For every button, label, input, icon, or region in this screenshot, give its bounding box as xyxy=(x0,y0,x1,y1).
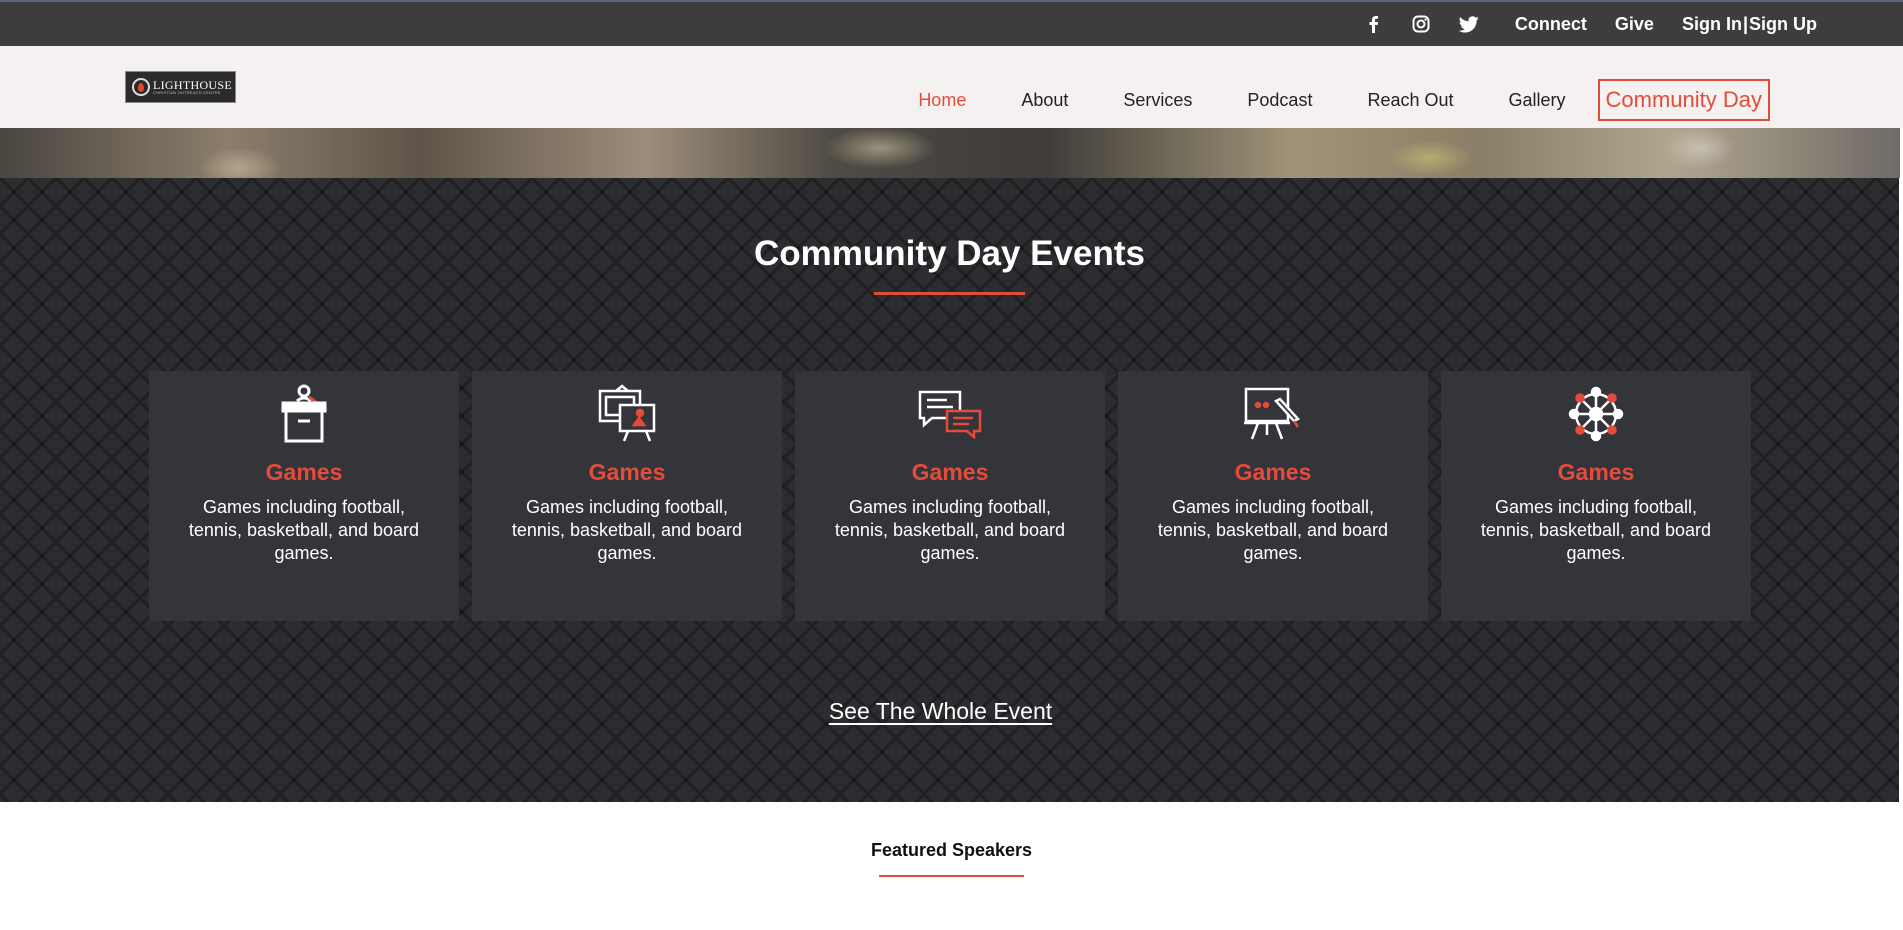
presentation-board-icon xyxy=(472,383,782,445)
community-day-button[interactable]: Community Day xyxy=(1597,79,1770,121)
community-day-events-section: Community Day Events Games Games includi… xyxy=(0,178,1899,802)
chat-bubbles-icon xyxy=(795,383,1105,445)
easel-icon xyxy=(1118,383,1428,445)
event-title: Games xyxy=(1234,459,1312,485)
event-card: Games Games including football, tennis, … xyxy=(1118,371,1428,621)
section-title: Community Day Events xyxy=(754,234,1145,273)
event-description: Games including football, tennis, basket… xyxy=(511,497,743,563)
nav-item-reach-out[interactable]: Reach Out xyxy=(1367,90,1453,111)
event-cards: Games Games including football, tennis, … xyxy=(149,371,1751,621)
event-description: Games including football, tennis, basket… xyxy=(1480,497,1712,563)
social-links xyxy=(1363,14,1479,34)
title-underline xyxy=(874,292,1025,295)
logo-subtitle: CHRISTIAN OUTREACH CENTRE xyxy=(153,90,221,95)
auth-links: Sign In | Sign Up xyxy=(1682,14,1817,35)
event-title: Games xyxy=(265,459,343,485)
twitter-icon[interactable] xyxy=(1458,14,1479,34)
hero-image xyxy=(0,128,1900,178)
see-all-wrapper: See The Whole Event xyxy=(0,698,1899,725)
nav-item-home[interactable]: Home xyxy=(918,90,966,111)
nav-item-gallery[interactable]: Gallery xyxy=(1509,90,1566,111)
auth-separator: | xyxy=(1742,13,1748,34)
main-nav: Home About Services Podcast Reach Out Ga… xyxy=(918,79,1770,121)
top-bar: Connect Give Sign In | Sign Up xyxy=(0,0,1903,46)
see-whole-event-link[interactable]: See The Whole Event xyxy=(829,698,1052,724)
featured-speakers-title: Featured Speakers xyxy=(870,840,1033,860)
podium-icon xyxy=(149,383,459,445)
event-card: Games Games including football, tennis, … xyxy=(1441,371,1751,621)
sign-up-link[interactable]: Sign Up xyxy=(1749,14,1817,35)
event-title: Games xyxy=(588,459,666,485)
sign-in-link[interactable]: Sign In xyxy=(1682,14,1742,35)
instagram-icon[interactable] xyxy=(1411,14,1431,34)
featured-speakers-section: Featured Speakers xyxy=(0,840,1903,877)
nav-item-podcast[interactable]: Podcast xyxy=(1247,90,1312,111)
connect-link[interactable]: Connect xyxy=(1515,14,1587,35)
event-title: Games xyxy=(1557,459,1635,485)
main-header: LIGHTHOUSE CHRISTIAN OUTREACH CENTRE Hom… xyxy=(0,46,1903,128)
event-description: Games including football, tennis, basket… xyxy=(188,497,420,563)
event-description: Games including football, tennis, basket… xyxy=(1157,497,1389,563)
event-description: Games including football, tennis, basket… xyxy=(834,497,1066,563)
network-icon xyxy=(1441,383,1751,445)
give-link[interactable]: Give xyxy=(1615,14,1654,35)
event-title: Games xyxy=(911,459,989,485)
event-card: Games Games including football, tennis, … xyxy=(795,371,1105,621)
event-card: Games Games including football, tennis, … xyxy=(472,371,782,621)
nav-item-services[interactable]: Services xyxy=(1123,90,1192,111)
lighthouse-logo-icon xyxy=(132,78,150,96)
facebook-icon[interactable] xyxy=(1363,14,1383,34)
site-logo[interactable]: LIGHTHOUSE CHRISTIAN OUTREACH CENTRE xyxy=(125,71,236,103)
nav-item-about[interactable]: About xyxy=(1021,90,1068,111)
featured-underline xyxy=(879,875,1024,877)
event-card: Games Games including football, tennis, … xyxy=(149,371,459,621)
